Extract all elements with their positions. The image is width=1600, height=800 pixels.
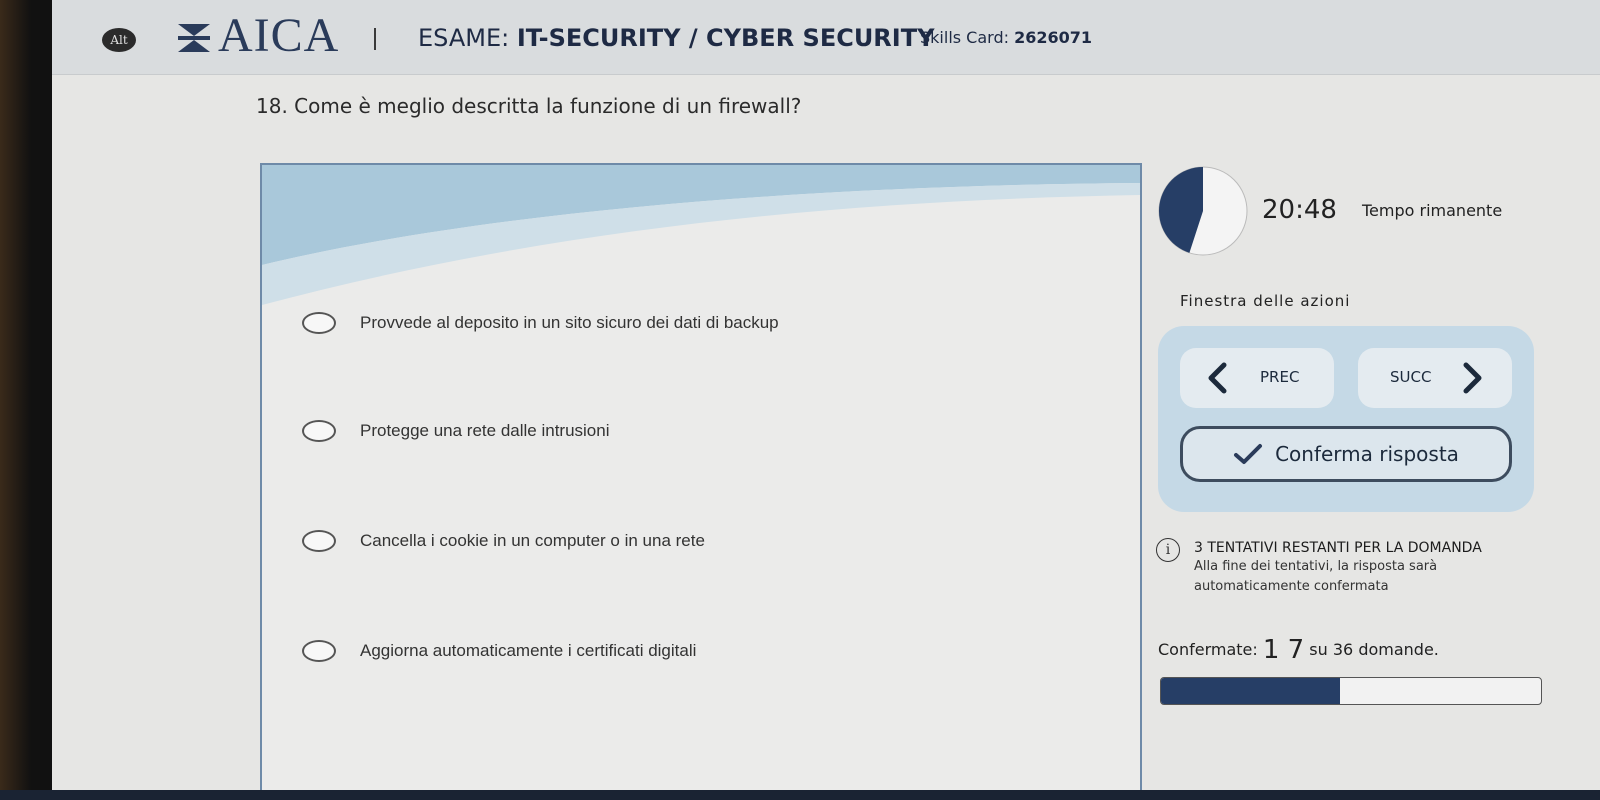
aica-logo-text: AICA xyxy=(218,9,340,62)
confirmed-prefix: Confermate: xyxy=(1158,640,1263,659)
taskbar xyxy=(0,790,1600,800)
header-divider xyxy=(374,28,376,50)
radio-button[interactable] xyxy=(302,530,336,552)
confirmed-count: Confermate: 1 7 su 36 domande. xyxy=(1158,635,1439,665)
answer-option-label: Aggiorna automaticamente i certificati d… xyxy=(360,641,697,660)
header: Alt AICA ESAME: IT-SECURITY / CYBER SECU… xyxy=(52,0,1600,75)
next-button[interactable]: SUCC xyxy=(1358,348,1512,408)
alt-badge: Alt xyxy=(102,28,136,52)
actions-box: PREC SUCC Conferma risposta xyxy=(1158,326,1534,512)
skills-card-number: 2626071 xyxy=(1014,28,1093,47)
panel-decoration xyxy=(262,165,1140,305)
question-text: 18. Come è meglio descritta la funzione … xyxy=(256,94,802,118)
skills-card: Skills Card: 2626071 xyxy=(920,28,1092,47)
answer-option-2[interactable]: Protegge una rete dalle intrusioni xyxy=(302,411,610,451)
answer-option-label: Cancella i cookie in un computer o in un… xyxy=(360,531,705,550)
answer-option-4[interactable]: Aggiorna automaticamente i certificati d… xyxy=(302,631,696,671)
monitor-bezel xyxy=(0,0,52,800)
aica-logo-icon xyxy=(178,24,210,52)
attempts-title: 3 TENTATIVI RESTANTI PER LA DOMANDA xyxy=(1194,540,1482,556)
answers-panel: Provvede al deposito in un sito sicuro d… xyxy=(260,163,1142,790)
progress-bar xyxy=(1160,677,1542,705)
confirmed-suffix: su 36 domande. xyxy=(1304,640,1439,659)
confirm-answer-button[interactable]: Conferma risposta xyxy=(1180,426,1512,482)
next-label: SUCC xyxy=(1390,368,1432,386)
timer-pie-icon xyxy=(1158,166,1248,256)
answer-option-label: Protegge una rete dalle intrusioni xyxy=(360,421,610,440)
timer-label: Tempo rimanente xyxy=(1362,201,1503,220)
actions-title: Finestra delle azioni xyxy=(1180,292,1351,310)
checkmark-icon xyxy=(1234,444,1263,464)
answer-option-label: Provvede al deposito in un sito sicuro d… xyxy=(360,313,779,332)
exam-name: IT-SECURITY / CYBER SECURITY xyxy=(516,24,935,52)
radio-button[interactable] xyxy=(302,420,336,442)
confirm-label: Conferma risposta xyxy=(1275,442,1459,466)
prev-label: PREC xyxy=(1260,368,1300,386)
prev-button[interactable]: PREC xyxy=(1180,348,1334,408)
answer-option-3[interactable]: Cancella i cookie in un computer o in un… xyxy=(302,521,705,561)
progress-fill xyxy=(1161,678,1340,704)
answer-option-1[interactable]: Provvede al deposito in un sito sicuro d… xyxy=(302,303,779,343)
attempts-note: Alla fine dei tentativi, la risposta sar… xyxy=(1194,559,1438,594)
radio-button[interactable] xyxy=(302,640,336,662)
skills-card-label: Skills Card: xyxy=(920,28,1015,47)
confirmed-number: 1 7 xyxy=(1262,635,1305,665)
info-icon: i xyxy=(1156,538,1180,562)
radio-button[interactable] xyxy=(302,312,336,334)
timer-value: 20:48 xyxy=(1262,195,1337,225)
chevron-left-icon xyxy=(1208,362,1227,394)
exam-screen: Alt AICA ESAME: IT-SECURITY / CYBER SECU… xyxy=(52,0,1600,790)
exam-title: ESAME: IT-SECURITY / CYBER SECURITY xyxy=(418,24,934,52)
exam-prefix: ESAME: xyxy=(418,24,517,52)
chevron-right-icon xyxy=(1463,362,1482,394)
